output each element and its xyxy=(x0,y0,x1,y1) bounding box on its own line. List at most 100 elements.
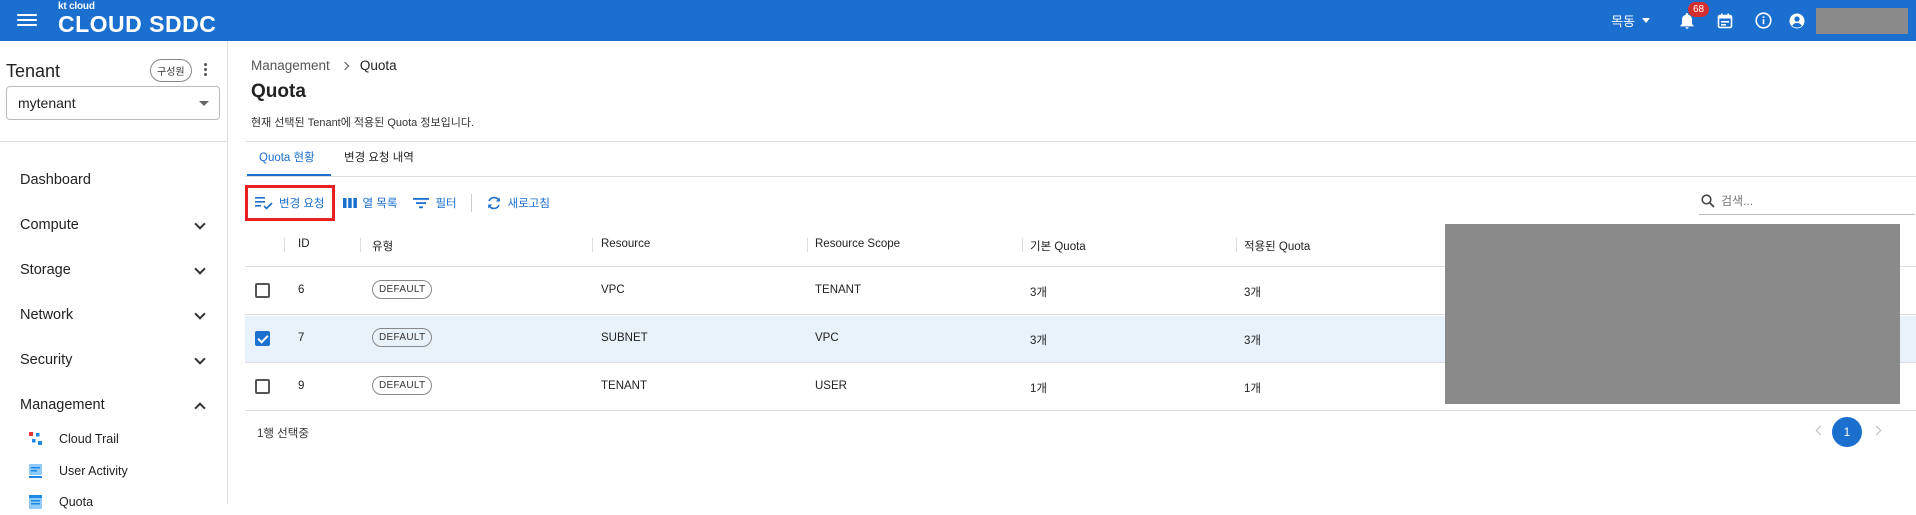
sidebar-item-label: Network xyxy=(20,307,74,323)
filter-label: 필터 xyxy=(435,198,457,210)
chevron-down-icon xyxy=(194,263,206,275)
cell-base-quota: 3개 xyxy=(1030,335,1047,347)
info-button[interactable] xyxy=(1744,0,1782,41)
sidebar-item-label: Dashboard xyxy=(20,172,91,188)
sidebar-item-compute[interactable]: Compute xyxy=(0,208,228,242)
filter-button[interactable]: 필터 xyxy=(405,187,464,219)
sidebar-item-label: Compute xyxy=(20,217,79,233)
app-logo[interactable]: kt cloud CLOUD SDDC xyxy=(58,2,217,37)
logo-title: CLOUD SDDC xyxy=(58,11,217,37)
column-header-resource-scope[interactable]: Resource Scope xyxy=(815,238,900,250)
page-description: 현재 선택된 Tenant에 적용된 Quota 정보입니다. xyxy=(251,117,475,129)
sidebar-tenant-title: Tenant xyxy=(6,61,61,81)
column-header-base-quota[interactable]: 기본 Quota xyxy=(1030,238,1086,254)
sidebar-subitem-label: Cloud Trail xyxy=(59,432,119,446)
cell-resource: VPC xyxy=(601,284,625,296)
members-chip[interactable]: 구성원 xyxy=(150,59,192,82)
sidebar-item-label: Security xyxy=(20,352,73,368)
cell-resource: TENANT xyxy=(601,380,647,392)
tenant-select[interactable]: mytenant xyxy=(6,86,220,120)
refresh-button[interactable]: 새로고침 xyxy=(478,187,558,219)
sidebar-subitem-label: User Activity xyxy=(59,464,128,478)
tab-quota-status[interactable]: Quota 현황 xyxy=(259,149,315,165)
sidebar-divider xyxy=(0,141,228,142)
page-title: Quota xyxy=(251,81,306,102)
cell-resource-scope: VPC xyxy=(815,332,839,344)
sidebar-subitem-label: Quota xyxy=(59,495,94,509)
type-chip: DEFAULT xyxy=(372,376,433,395)
chevron-right-icon[interactable] xyxy=(1869,421,1889,441)
cell-resource-scope: TENANT xyxy=(815,284,861,296)
sidebar-item-storage[interactable]: Storage xyxy=(0,253,228,287)
redacted-region xyxy=(1445,224,1900,404)
tabs-top-divider xyxy=(245,141,1916,142)
view-column-icon xyxy=(342,198,357,208)
column-header-resource[interactable]: Resource xyxy=(601,238,650,250)
type-chip: DEFAULT xyxy=(372,328,433,347)
account-icon xyxy=(1789,13,1805,28)
more-vert-icon[interactable] xyxy=(200,61,210,79)
cell-applied-quota: 3개 xyxy=(1244,287,1261,299)
pagination-current-page[interactable]: 1 xyxy=(1832,417,1862,447)
calendar-icon xyxy=(1717,13,1733,28)
sidebar-item-security[interactable]: Security xyxy=(0,343,228,377)
column-header-applied-quota[interactable]: 적용된 Quota xyxy=(1244,238,1310,254)
caret-down-icon xyxy=(1642,18,1650,23)
playlist-check-icon xyxy=(255,197,273,210)
refresh-label: 새로고침 xyxy=(507,198,550,210)
quota-icon xyxy=(29,495,42,509)
tab-change-request-history[interactable]: 변경 요청 내역 xyxy=(344,149,414,165)
filter-list-icon xyxy=(413,198,430,209)
dropdown-caret-icon xyxy=(199,101,209,106)
cell-id: 6 xyxy=(298,284,305,296)
chevron-down-icon xyxy=(194,308,206,320)
cell-base-quota: 1개 xyxy=(1030,383,1047,395)
columns-button[interactable]: 열 목록 xyxy=(335,187,406,219)
tenant-select-value: mytenant xyxy=(18,95,76,111)
cell-resource-scope: USER xyxy=(815,380,847,392)
chevron-right-icon xyxy=(340,61,350,70)
row-checkbox[interactable] xyxy=(255,283,270,298)
refresh-icon xyxy=(487,196,500,210)
user-location-menu[interactable]: 목동 xyxy=(1611,11,1650,30)
change-request-label: 변경 요청 xyxy=(279,198,325,210)
cell-id: 7 xyxy=(298,332,305,344)
chevron-down-icon xyxy=(194,353,206,365)
column-header-id[interactable]: ID xyxy=(298,238,310,250)
columns-label: 열 목록 xyxy=(362,198,398,210)
column-separator xyxy=(1236,238,1237,252)
search-input[interactable] xyxy=(1721,193,1901,208)
cell-applied-quota: 3개 xyxy=(1244,335,1261,347)
toolbar-separator xyxy=(470,194,472,212)
type-chip: DEFAULT xyxy=(372,280,433,299)
search-box xyxy=(1699,187,1915,215)
sidebar-subitem-cloud-trail[interactable]: Cloud Trail xyxy=(0,426,228,452)
column-header-type[interactable]: 유형 xyxy=(372,238,393,254)
account-button[interactable] xyxy=(1782,0,1812,41)
user-name-redacted[interactable] xyxy=(1816,7,1908,34)
breadcrumb: Management Quota xyxy=(251,58,397,73)
top-app-bar: kt cloud CLOUD SDDC 목동 68 xyxy=(0,0,1916,41)
sidebar-item-management[interactable]: Management xyxy=(0,388,228,422)
search-icon xyxy=(1701,193,1715,208)
menu-icon[interactable] xyxy=(17,11,37,29)
chevron-left-icon[interactable] xyxy=(1809,421,1829,441)
tabs-bottom-divider xyxy=(245,176,1916,177)
row-checkbox-checked[interactable] xyxy=(255,331,270,346)
cell-applied-quota: 1개 xyxy=(1244,383,1261,395)
notifications-button[interactable]: 68 xyxy=(1668,0,1710,41)
change-request-button[interactable]: 변경 요청 xyxy=(245,185,335,221)
cell-resource: SUBNET xyxy=(601,332,648,344)
sidebar-item-network[interactable]: Network xyxy=(0,298,228,332)
cell-base-quota: 3개 xyxy=(1030,287,1047,299)
column-separator xyxy=(284,238,285,252)
sidebar-subitem-user-activity[interactable]: User Activity xyxy=(0,458,228,484)
calendar-button[interactable] xyxy=(1706,0,1744,41)
breadcrumb-management[interactable]: Management xyxy=(251,58,330,73)
column-separator xyxy=(1022,238,1023,252)
sidebar: Tenant 구성원 mytenant Dashboard Compute St… xyxy=(0,41,228,509)
sidebar-subitem-quota[interactable]: Quota xyxy=(0,489,228,515)
table-toolbar: 변경 요청 열 목록 필터 새로고침 xyxy=(245,185,558,221)
sidebar-item-dashboard[interactable]: Dashboard xyxy=(0,163,228,197)
row-checkbox[interactable] xyxy=(255,379,270,394)
